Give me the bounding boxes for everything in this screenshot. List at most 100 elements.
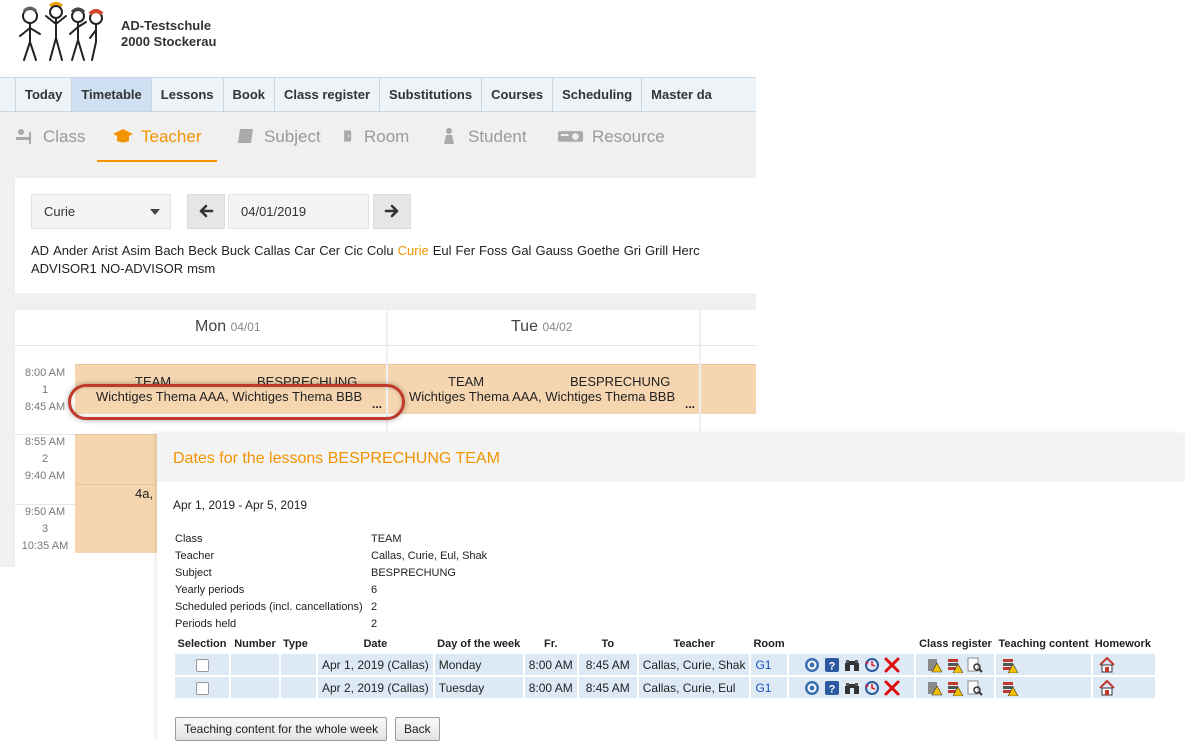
class-register-warning-icon[interactable] <box>927 680 943 696</box>
class-icon <box>16 129 31 144</box>
teacher-link[interactable]: Herc <box>672 243 699 258</box>
period-start: 9:50 AM <box>24 506 66 518</box>
nav-substitutions[interactable]: Substitutions <box>379 78 481 111</box>
nav-lessons[interactable]: Lessons <box>150 78 223 111</box>
room-link[interactable]: G1 <box>755 681 771 695</box>
teacher-link[interactable]: msm <box>187 261 215 276</box>
period-1-times: 8:00 AM 1 8:45 AM <box>15 365 75 416</box>
teacher-link[interactable]: Gauss <box>535 243 573 258</box>
register-books-warning-icon[interactable] <box>947 657 964 673</box>
lesson-block-wed[interactable] <box>701 364 756 414</box>
teacher-select[interactable]: Curie <box>31 194 171 229</box>
col-homework: Homework <box>1094 638 1151 650</box>
delete-icon[interactable] <box>884 657 900 673</box>
class-register-warning-icon[interactable] <box>927 657 943 673</box>
lesson-block-tue[interactable]: TEAM BESPRECHUNG Wichtiges Thema AAA, Wi… <box>388 364 699 414</box>
teacher-link[interactable]: Gal <box>511 243 531 258</box>
teacher-link[interactable]: Bach <box>155 243 185 258</box>
svg-text:?: ? <box>829 683 836 695</box>
table-row: Apr 1, 2019 (Callas) Monday 8:00 AM 8:45… <box>175 654 1155 675</box>
teacher-link[interactable]: Buck <box>221 243 250 258</box>
tab-class[interactable]: Class <box>15 112 86 162</box>
binoculars-icon[interactable] <box>844 657 860 673</box>
binoculars-icon[interactable] <box>844 680 860 696</box>
date-cell: Apr 1, 2019 (Callas) <box>318 654 433 675</box>
teacher-link[interactable]: Ander <box>53 243 88 258</box>
teacher-link[interactable]: Cic <box>344 243 363 258</box>
tab-room[interactable]: Room <box>342 112 409 162</box>
homework-house-icon[interactable] <box>1099 656 1115 673</box>
prev-date-button[interactable] <box>187 194 225 229</box>
teacher-link[interactable]: Eul <box>433 243 452 258</box>
row-checkbox[interactable] <box>195 681 209 695</box>
to-cell: 8:45 AM <box>578 677 637 698</box>
history-icon[interactable] <box>864 680 880 696</box>
info-value: TEAM <box>371 533 402 545</box>
date-input[interactable]: 04/01/2019 <box>228 194 369 229</box>
tab-class-label: Class <box>43 127 86 146</box>
nav-today[interactable]: Today <box>15 78 71 111</box>
teacher-link-selected[interactable]: Curie <box>398 243 429 258</box>
tab-teacher[interactable]: Teacher <box>97 112 218 162</box>
nav-book[interactable]: Book <box>222 78 275 111</box>
col-room: Room <box>753 638 785 650</box>
register-search-icon[interactable] <box>967 657 984 673</box>
info-label: Periods held <box>175 618 237 630</box>
info-icon[interactable] <box>804 680 820 696</box>
teacher-link[interactable]: Arist <box>92 243 118 258</box>
lesson-more[interactable]: ... <box>685 397 695 411</box>
teacher-link[interactable]: Grill <box>645 243 668 258</box>
teacher-link[interactable]: Callas <box>254 243 290 258</box>
teacher-link[interactable]: AD <box>31 243 49 258</box>
selection-cell <box>175 677 229 698</box>
grid-line <box>15 345 756 346</box>
period-3-times: 9:50 AM 3 10:35 AM <box>15 504 75 555</box>
nav-timetable[interactable]: Timetable <box>71 78 151 111</box>
teacher-link[interactable]: Colu <box>367 243 394 258</box>
help-icon[interactable]: ? <box>824 680 840 696</box>
teacher-cell: Callas, Curie, Shak <box>638 654 750 675</box>
teacher-link[interactable]: Fer <box>456 243 476 258</box>
col-teacher: Teacher <box>673 638 715 650</box>
teacher-link[interactable]: Foss <box>479 243 507 258</box>
teacher-link[interactable]: Goethe <box>577 243 620 258</box>
tab-resource[interactable]: Resource <box>557 112 665 162</box>
teacher-link[interactable]: Car <box>294 243 315 258</box>
delete-icon[interactable] <box>884 680 900 696</box>
lesson-block-mon-2[interactable]: 4a, <box>75 434 157 553</box>
teaching-content-week-button[interactable]: Teaching content for the whole week <box>175 717 388 741</box>
type-cell <box>281 654 316 675</box>
teaching-content-warning-icon[interactable] <box>1002 657 1019 673</box>
tab-student[interactable]: Student <box>440 112 527 162</box>
row-checkbox[interactable] <box>195 658 209 672</box>
day-date: 04/01 <box>230 320 261 334</box>
next-date-button[interactable] <box>373 194 411 229</box>
period-number: 1 <box>41 384 49 396</box>
lesson-class: 4a, <box>135 486 154 501</box>
teacher-link[interactable]: Cer <box>319 243 340 258</box>
lesson-subject: BESPRECHUNG <box>570 374 671 389</box>
help-icon[interactable]: ? <box>824 657 840 673</box>
teacher-select-value: Curie <box>44 204 76 219</box>
teacher-link[interactable]: NO-ADVISOR <box>101 261 183 276</box>
history-icon[interactable] <box>864 657 880 673</box>
col-to: To <box>601 638 615 650</box>
nav-class-register[interactable]: Class register <box>274 78 379 111</box>
teacher-link[interactable]: ADVISOR1 <box>31 261 97 276</box>
register-search-icon[interactable] <box>967 680 984 696</box>
register-books-warning-icon[interactable] <box>947 680 964 696</box>
nav-courses[interactable]: Courses <box>481 78 552 111</box>
tab-subject-label: Subject <box>264 127 321 146</box>
nav-master-data[interactable]: Master da <box>641 78 721 111</box>
room-link[interactable]: G1 <box>755 658 771 672</box>
nav-scheduling[interactable]: Scheduling <box>552 78 641 111</box>
teacher-link[interactable]: Gri <box>624 243 641 258</box>
info-icon[interactable] <box>804 657 820 673</box>
teaching-content-warning-icon[interactable] <box>1002 680 1019 696</box>
teacher-link[interactable]: Beck <box>188 243 217 258</box>
back-button[interactable]: Back <box>395 717 440 741</box>
teacher-link[interactable]: Asim <box>122 243 151 258</box>
homework-house-icon[interactable] <box>1099 679 1115 696</box>
tab-subject[interactable]: Subject <box>236 112 321 162</box>
number-cell <box>231 654 279 675</box>
